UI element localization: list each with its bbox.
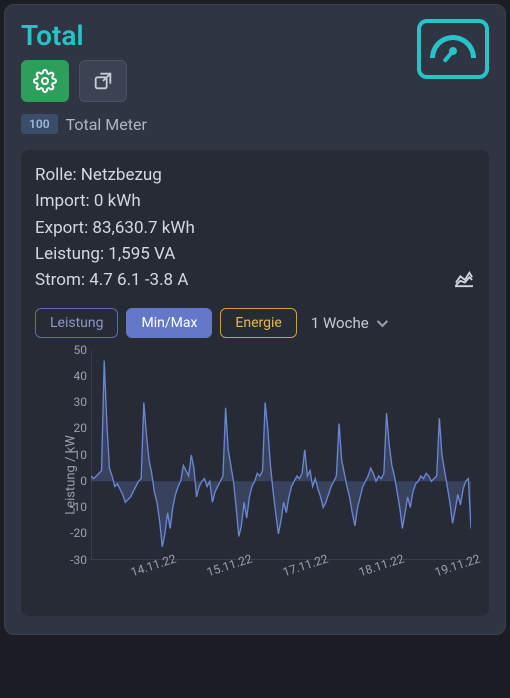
chart-plot: [91, 350, 471, 560]
chevron-down-icon: [376, 316, 387, 327]
chart-ytick: -30: [59, 553, 87, 567]
tab-leistung[interactable]: Leistung: [35, 308, 118, 338]
stat-import: Import: 0 kWh: [35, 188, 475, 214]
stats-block: Rolle: Netzbezug Import: 0 kWh Export: 8…: [35, 162, 475, 294]
chart-ytick: 10: [59, 448, 87, 462]
range-dropdown[interactable]: 1 Woche: [311, 314, 385, 332]
chart-ytick: 50: [59, 343, 87, 357]
header-left: Total: [21, 19, 127, 114]
chart-ytick: 20: [59, 421, 87, 435]
chart-ytick: 40: [59, 369, 87, 383]
priority-badge: 100: [21, 114, 58, 134]
stat-role-label: Rolle:: [35, 165, 77, 185]
card-header: Total: [21, 19, 489, 114]
tab-minmax[interactable]: Min/Max: [126, 308, 212, 338]
chart-area: Leistung / kW 50403020100-10-20-30 14.11…: [35, 350, 475, 600]
open-external-icon: [92, 70, 114, 92]
chart-ytick: 0: [59, 474, 87, 488]
chart-xticks: 14.11.2215.11.2217.11.2218.11.2219.11.22: [91, 566, 471, 596]
open-external-button[interactable]: [79, 60, 127, 102]
stat-power: Leistung: 1,595 VA: [35, 241, 475, 267]
stat-role-value: Netzbezug: [81, 165, 162, 185]
stat-current: Strom: 4.7 6.1 -3.8 A: [35, 267, 475, 293]
chart-mode-row: Leistung Min/Max Energie 1 Woche: [35, 308, 475, 338]
gear-icon: [33, 69, 57, 93]
stat-export-label: Export:: [35, 218, 88, 238]
gauge-glyph: [430, 35, 476, 63]
meter-name: Total Meter: [66, 115, 147, 134]
show-chart-button[interactable]: [453, 270, 475, 292]
stat-role: Rolle: Netzbezug: [35, 162, 475, 188]
card-title: Total: [21, 19, 127, 52]
chart-ytick: 30: [59, 395, 87, 409]
tab-energie[interactable]: Energie: [220, 308, 296, 338]
stat-export-value: 83,630.7 kWh: [92, 218, 194, 238]
total-meter-card: Total: [4, 4, 506, 635]
stat-power-value: 1,595 VA: [108, 244, 175, 264]
range-value: 1 Woche: [311, 314, 369, 332]
chart-ytick: -20: [59, 526, 87, 540]
stat-current-value: 4.7 6.1 -3.8 A: [89, 270, 188, 290]
toolbar: [21, 60, 127, 102]
details-panel: Rolle: Netzbezug Import: 0 kWh Export: 8…: [21, 150, 489, 616]
stat-export: Export: 83,630.7 kWh: [35, 215, 475, 241]
chart-ytick: -10: [59, 500, 87, 514]
line-chart-icon: [453, 270, 475, 288]
stat-import-value: 0 kWh: [94, 191, 141, 211]
settings-button[interactable]: [21, 60, 69, 102]
stat-current-label: Strom:: [35, 270, 85, 290]
meter-gauge-icon: [417, 19, 489, 79]
stat-import-label: Import:: [35, 191, 90, 211]
stat-power-label: Leistung:: [35, 244, 104, 264]
meter-label-row: 100 Total Meter: [21, 114, 489, 134]
